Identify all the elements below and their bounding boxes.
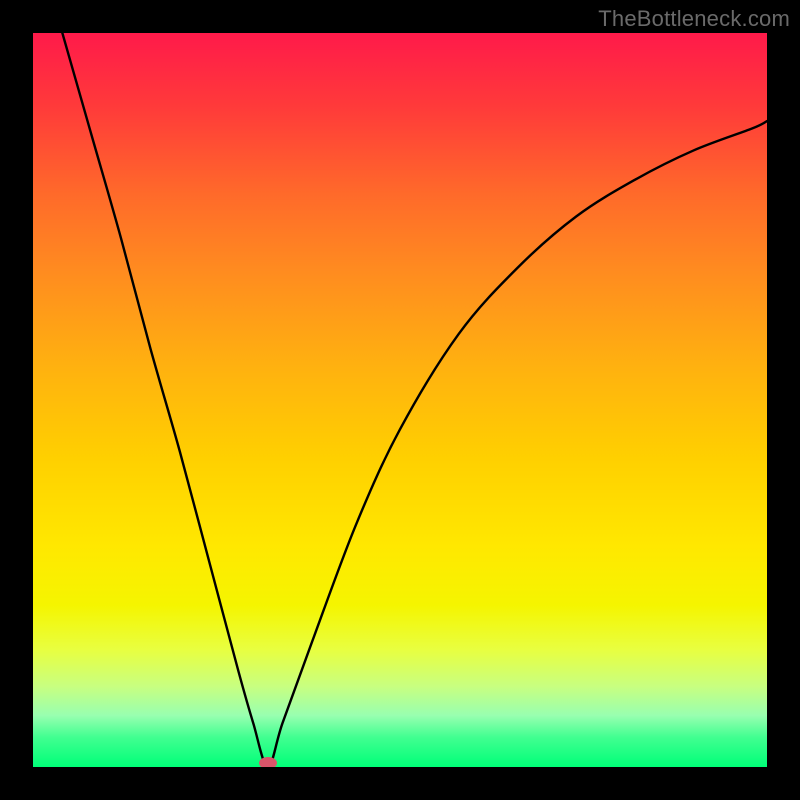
bottleneck-curve xyxy=(62,33,767,767)
minimum-marker xyxy=(259,757,277,767)
curve-svg xyxy=(33,33,767,767)
chart-frame: TheBottleneck.com xyxy=(0,0,800,800)
watermark-text: TheBottleneck.com xyxy=(598,6,790,32)
plot-area xyxy=(33,33,767,767)
